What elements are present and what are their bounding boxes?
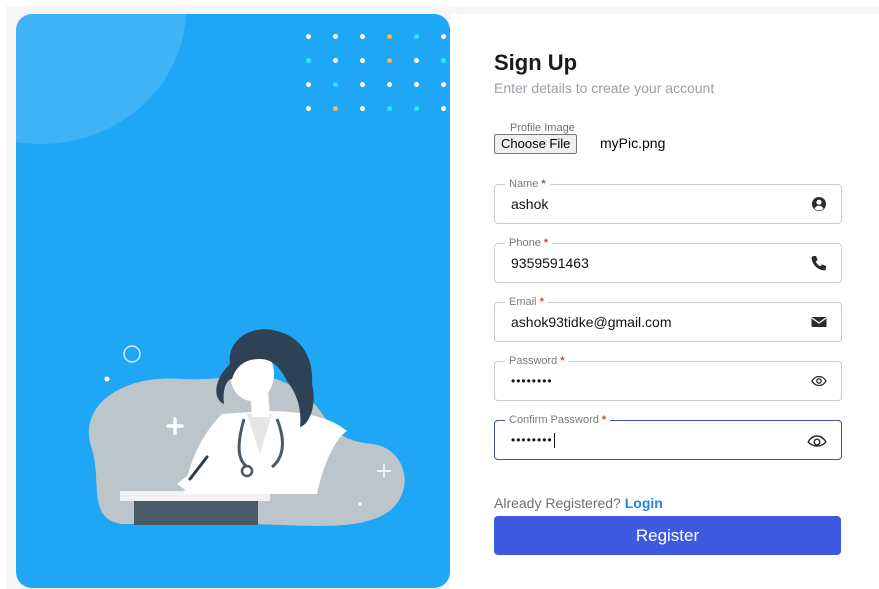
name-input[interactable]: ashok xyxy=(511,196,548,213)
decorative-dot xyxy=(387,58,392,63)
decorative-dot xyxy=(387,34,392,39)
profile-image-label: Profile Image xyxy=(510,122,575,134)
decorative-dot xyxy=(441,34,446,39)
login-link[interactable]: Login xyxy=(625,495,663,511)
phone-icon xyxy=(811,255,827,271)
decorative-dot xyxy=(333,58,338,63)
eye-icon[interactable] xyxy=(811,373,827,389)
decorative-dot xyxy=(414,82,419,87)
decorative-dot xyxy=(333,34,338,39)
choose-file-button[interactable]: Choose File xyxy=(494,134,578,154)
decorative-dot xyxy=(333,82,338,87)
password-field[interactable]: Password * •••••••• xyxy=(494,354,842,401)
decorative-dot xyxy=(441,82,446,87)
confirm-password-field[interactable]: Confirm Password * •••••••• xyxy=(494,413,842,460)
phone-label: Phone * xyxy=(505,236,553,250)
page-subtitle: Enter details to create your account xyxy=(494,80,715,96)
decorative-dot xyxy=(306,106,311,111)
already-registered-text: Already Registered? Login xyxy=(494,495,663,511)
signup-form: Sign Up Enter details to create your acc… xyxy=(450,14,879,589)
decorative-dot xyxy=(360,34,365,39)
name-field[interactable]: Name * ashok xyxy=(494,177,842,224)
doctor-illustration xyxy=(88,329,405,526)
eye-icon[interactable] xyxy=(807,432,827,448)
phone-input[interactable]: 9359591463 xyxy=(511,255,589,272)
password-input[interactable]: •••••••• xyxy=(511,373,553,390)
decorative-dot xyxy=(441,58,446,63)
decorative-dot xyxy=(333,106,338,111)
decorative-dot xyxy=(306,34,311,39)
decorative-dot xyxy=(306,58,311,63)
profile-image-field: Profile Image Choose File myPic.png xyxy=(494,122,794,162)
decorative-dot xyxy=(360,106,365,111)
confirm-password-label: Confirm Password * xyxy=(505,413,611,427)
phone-field[interactable]: Phone * 9359591463 xyxy=(494,236,842,283)
envelope-icon xyxy=(811,317,827,327)
selected-file-name: myPic.png xyxy=(600,135,666,151)
text-caret xyxy=(553,433,555,449)
confirm-password-input[interactable]: •••••••• xyxy=(511,432,555,449)
decorative-dot xyxy=(387,82,392,87)
register-button[interactable]: Register xyxy=(494,516,841,555)
decorative-dot xyxy=(414,58,419,63)
decorative-dot xyxy=(387,106,392,111)
decorative-dot xyxy=(414,34,419,39)
email-field[interactable]: Email * ashok93tidke@gmail.com xyxy=(494,295,842,342)
user-circle-icon xyxy=(812,197,826,211)
email-input[interactable]: ashok93tidke@gmail.com xyxy=(511,314,672,331)
decorative-dot xyxy=(360,82,365,87)
decorative-dot xyxy=(360,58,365,63)
dot-grid-decoration xyxy=(306,34,450,144)
decorative-circle xyxy=(16,14,186,144)
illustration-panel xyxy=(16,14,450,588)
decorative-dot xyxy=(414,106,419,111)
decorative-dot xyxy=(441,106,446,111)
page-title: Sign Up xyxy=(494,50,578,75)
password-label: Password * xyxy=(505,354,569,368)
name-label: Name * xyxy=(505,177,550,191)
decorative-dot xyxy=(306,82,311,87)
email-label: Email * xyxy=(505,295,548,309)
